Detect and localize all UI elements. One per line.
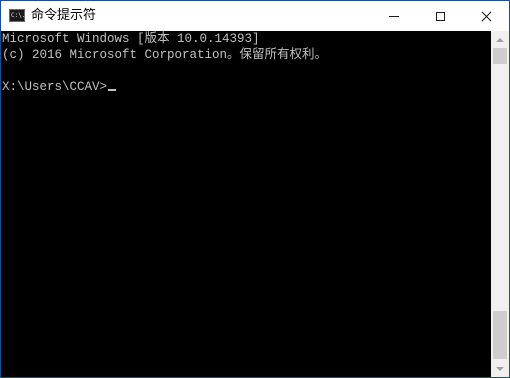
minimize-icon — [389, 15, 399, 17]
command-prompt: X:\Users\CCAV> — [2, 80, 108, 94]
window-title: 命令提示符 — [31, 8, 97, 23]
maximize-icon — [435, 11, 445, 21]
title-bar[interactable]: C:\. 命令提示符 — [1, 1, 509, 31]
close-button[interactable] — [463, 1, 509, 31]
cmd-console-icon[interactable]: C:\. — [9, 9, 25, 22]
scroll-up-button[interactable] — [491, 31, 509, 48]
text-cursor — [108, 89, 117, 91]
scroll-down-button[interactable] — [491, 360, 509, 377]
chevron-up-icon — [496, 37, 504, 42]
command-prompt-window: C:\. 命令提示符 Microsoft Windows [版本 10.0.14… — [0, 0, 510, 378]
scrollbar-thumb[interactable] — [493, 311, 507, 359]
maximize-button[interactable] — [417, 1, 463, 31]
console-line-blank — [2, 63, 491, 79]
scrollbar-track-segment — [493, 48, 507, 64]
minimize-button[interactable] — [371, 1, 417, 31]
vertical-scrollbar[interactable] — [491, 31, 509, 377]
close-icon — [481, 11, 492, 22]
console-output[interactable]: Microsoft Windows [版本 10.0.14393] (c) 201… — [1, 31, 491, 377]
console-line-version: Microsoft Windows [版本 10.0.14393] — [2, 32, 260, 46]
console-prompt-line[interactable]: X:\Users\CCAV> — [2, 79, 491, 95]
chevron-down-icon — [496, 366, 504, 371]
console-line-copyright: (c) 2016 Microsoft Corporation。保留所有权利。 — [2, 48, 328, 62]
